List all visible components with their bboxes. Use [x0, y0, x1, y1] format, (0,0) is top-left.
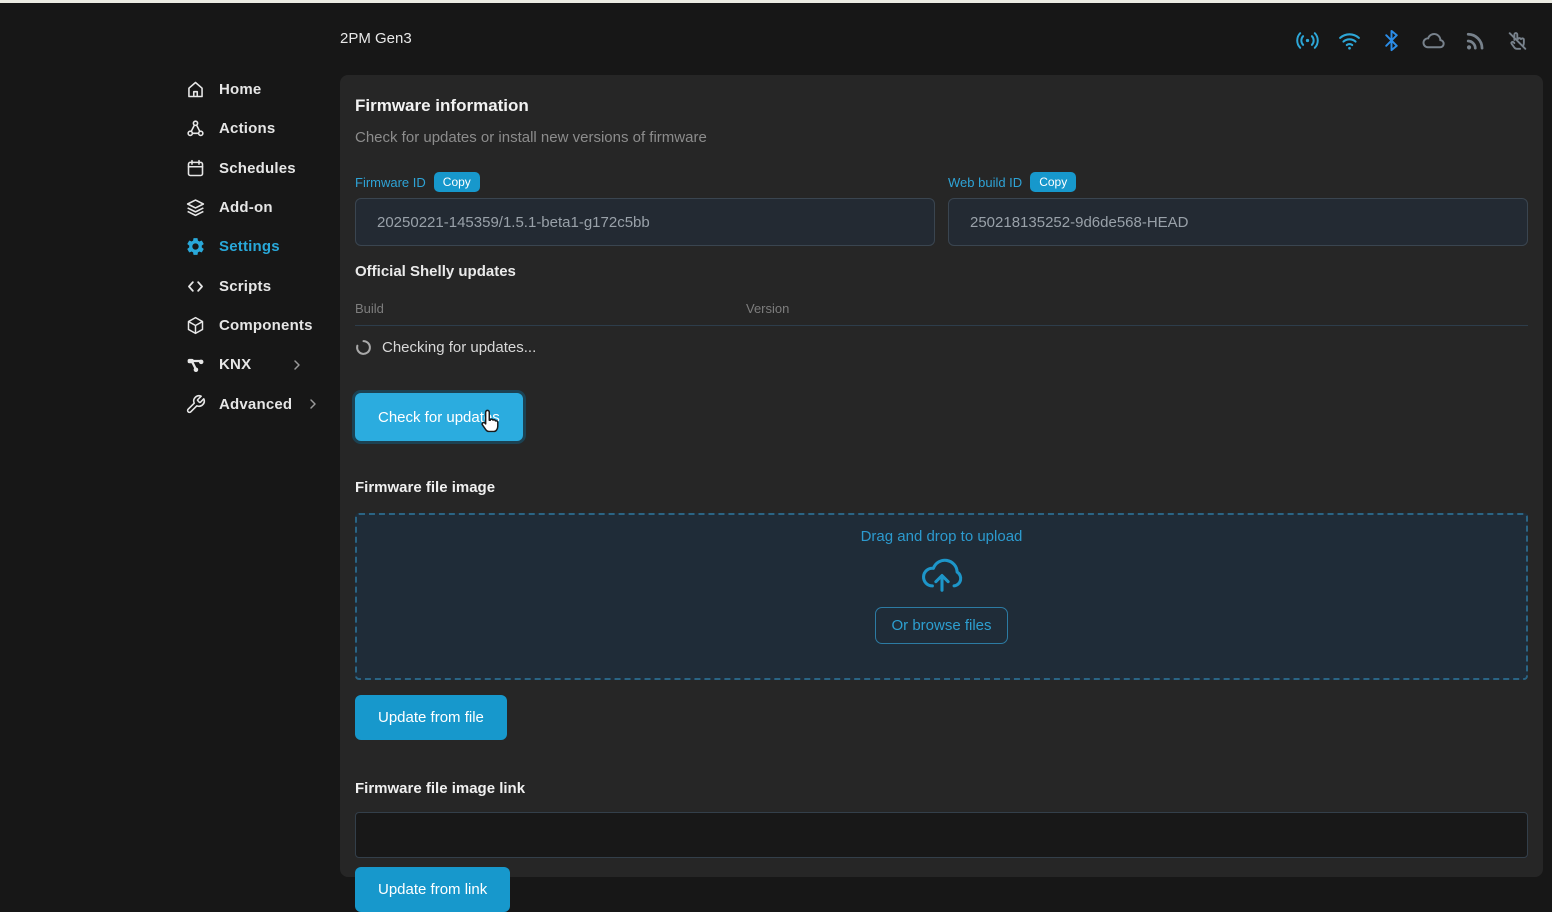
cloud-icon[interactable]	[1421, 28, 1446, 53]
layers-icon	[185, 197, 206, 218]
copy-firmware-id-button[interactable]: Copy	[434, 172, 480, 192]
page-subtitle: Check for updates or install new version…	[355, 129, 1528, 146]
home-icon	[185, 79, 206, 100]
firmware-id-label: Firmware ID	[355, 175, 426, 190]
column-build: Build	[355, 301, 746, 316]
sidebar-item-label: Settings	[219, 238, 280, 255]
sidebar-item-label: Advanced	[219, 396, 292, 413]
update-status-row: Checking for updates...	[355, 339, 1528, 356]
sidebar-item-knx[interactable]: KNX	[185, 345, 305, 384]
device-title: 2PM Gen3	[340, 30, 412, 47]
dropzone-text: Drag and drop to upload	[861, 528, 1023, 545]
sidebar-item-components[interactable]: Components	[185, 306, 305, 345]
web-build-id-label: Web build ID	[948, 175, 1022, 190]
firmware-link-input[interactable]	[355, 812, 1528, 858]
sidebar-item-home[interactable]: Home	[185, 70, 305, 109]
hand-slash-icon[interactable]	[1505, 28, 1530, 53]
browse-files-button[interactable]: Or browse files	[875, 607, 1007, 644]
check-for-updates-label: Check for updates	[378, 409, 500, 426]
update-status-text: Checking for updates...	[382, 339, 536, 356]
calendar-icon	[185, 158, 206, 179]
web-build-id-field: Web build ID Copy	[948, 171, 1528, 246]
chevron-right-icon	[289, 357, 305, 373]
sidebar-nav: Home Actions Schedules Add-on	[185, 70, 305, 424]
firmware-file-image-heading: Firmware file image	[355, 479, 1528, 496]
sidebar-item-actions[interactable]: Actions	[185, 109, 305, 148]
sidebar-item-label: Add-on	[219, 199, 273, 216]
sidebar-item-addon[interactable]: Add-on	[185, 188, 305, 227]
sidebar-item-label: Actions	[219, 120, 275, 137]
mqtt-rss-icon[interactable]	[1463, 28, 1488, 53]
column-version: Version	[746, 301, 789, 316]
network-icon	[185, 354, 206, 375]
access-point-icon[interactable]	[1295, 28, 1320, 53]
gear-icon	[185, 236, 206, 257]
update-from-link-button[interactable]: Update from link	[355, 867, 510, 912]
sidebar-item-scripts[interactable]: Scripts	[185, 266, 305, 305]
actions-icon	[185, 118, 206, 139]
code-icon	[185, 276, 206, 297]
sidebar-item-label: Scripts	[219, 278, 271, 295]
copy-web-build-id-button[interactable]: Copy	[1030, 172, 1076, 192]
firmware-id-input[interactable]	[355, 198, 935, 246]
sidebar-item-label: Home	[219, 81, 261, 98]
spinner-icon	[355, 339, 372, 356]
official-updates-heading: Official Shelly updates	[355, 263, 1528, 280]
table-separator	[355, 325, 1528, 326]
bluetooth-icon[interactable]	[1379, 28, 1404, 53]
wrench-icon	[185, 394, 206, 415]
cube-icon	[185, 315, 206, 336]
updates-table-header: Build Version	[355, 301, 1528, 316]
sidebar-item-label: KNX	[219, 356, 251, 373]
firmware-file-link-heading: Firmware file image link	[355, 780, 1528, 797]
id-fields-row: Firmware ID Copy Web build ID Copy	[355, 171, 1528, 246]
sidebar-item-settings[interactable]: Settings	[185, 227, 305, 266]
page-title: Firmware information	[355, 96, 1528, 116]
sidebar-item-advanced[interactable]: Advanced	[185, 384, 305, 423]
chevron-right-icon	[305, 396, 321, 412]
web-build-id-input[interactable]	[948, 198, 1528, 246]
update-from-file-button[interactable]: Update from file	[355, 695, 507, 740]
wifi-icon[interactable]	[1337, 28, 1362, 53]
check-for-updates-button[interactable]: Check for updates	[355, 393, 523, 441]
top-edge-strip	[0, 0, 1552, 3]
sidebar-item-label: Components	[219, 317, 313, 334]
cloud-upload-icon	[919, 551, 965, 597]
firmware-dropzone[interactable]: Drag and drop to upload Or browse files	[355, 513, 1528, 680]
status-icon-bar	[1295, 28, 1530, 53]
firmware-panel: Firmware information Check for updates o…	[340, 75, 1543, 877]
sidebar-item-label: Schedules	[219, 160, 296, 177]
firmware-id-field: Firmware ID Copy	[355, 171, 935, 246]
sidebar-item-schedules[interactable]: Schedules	[185, 149, 305, 188]
